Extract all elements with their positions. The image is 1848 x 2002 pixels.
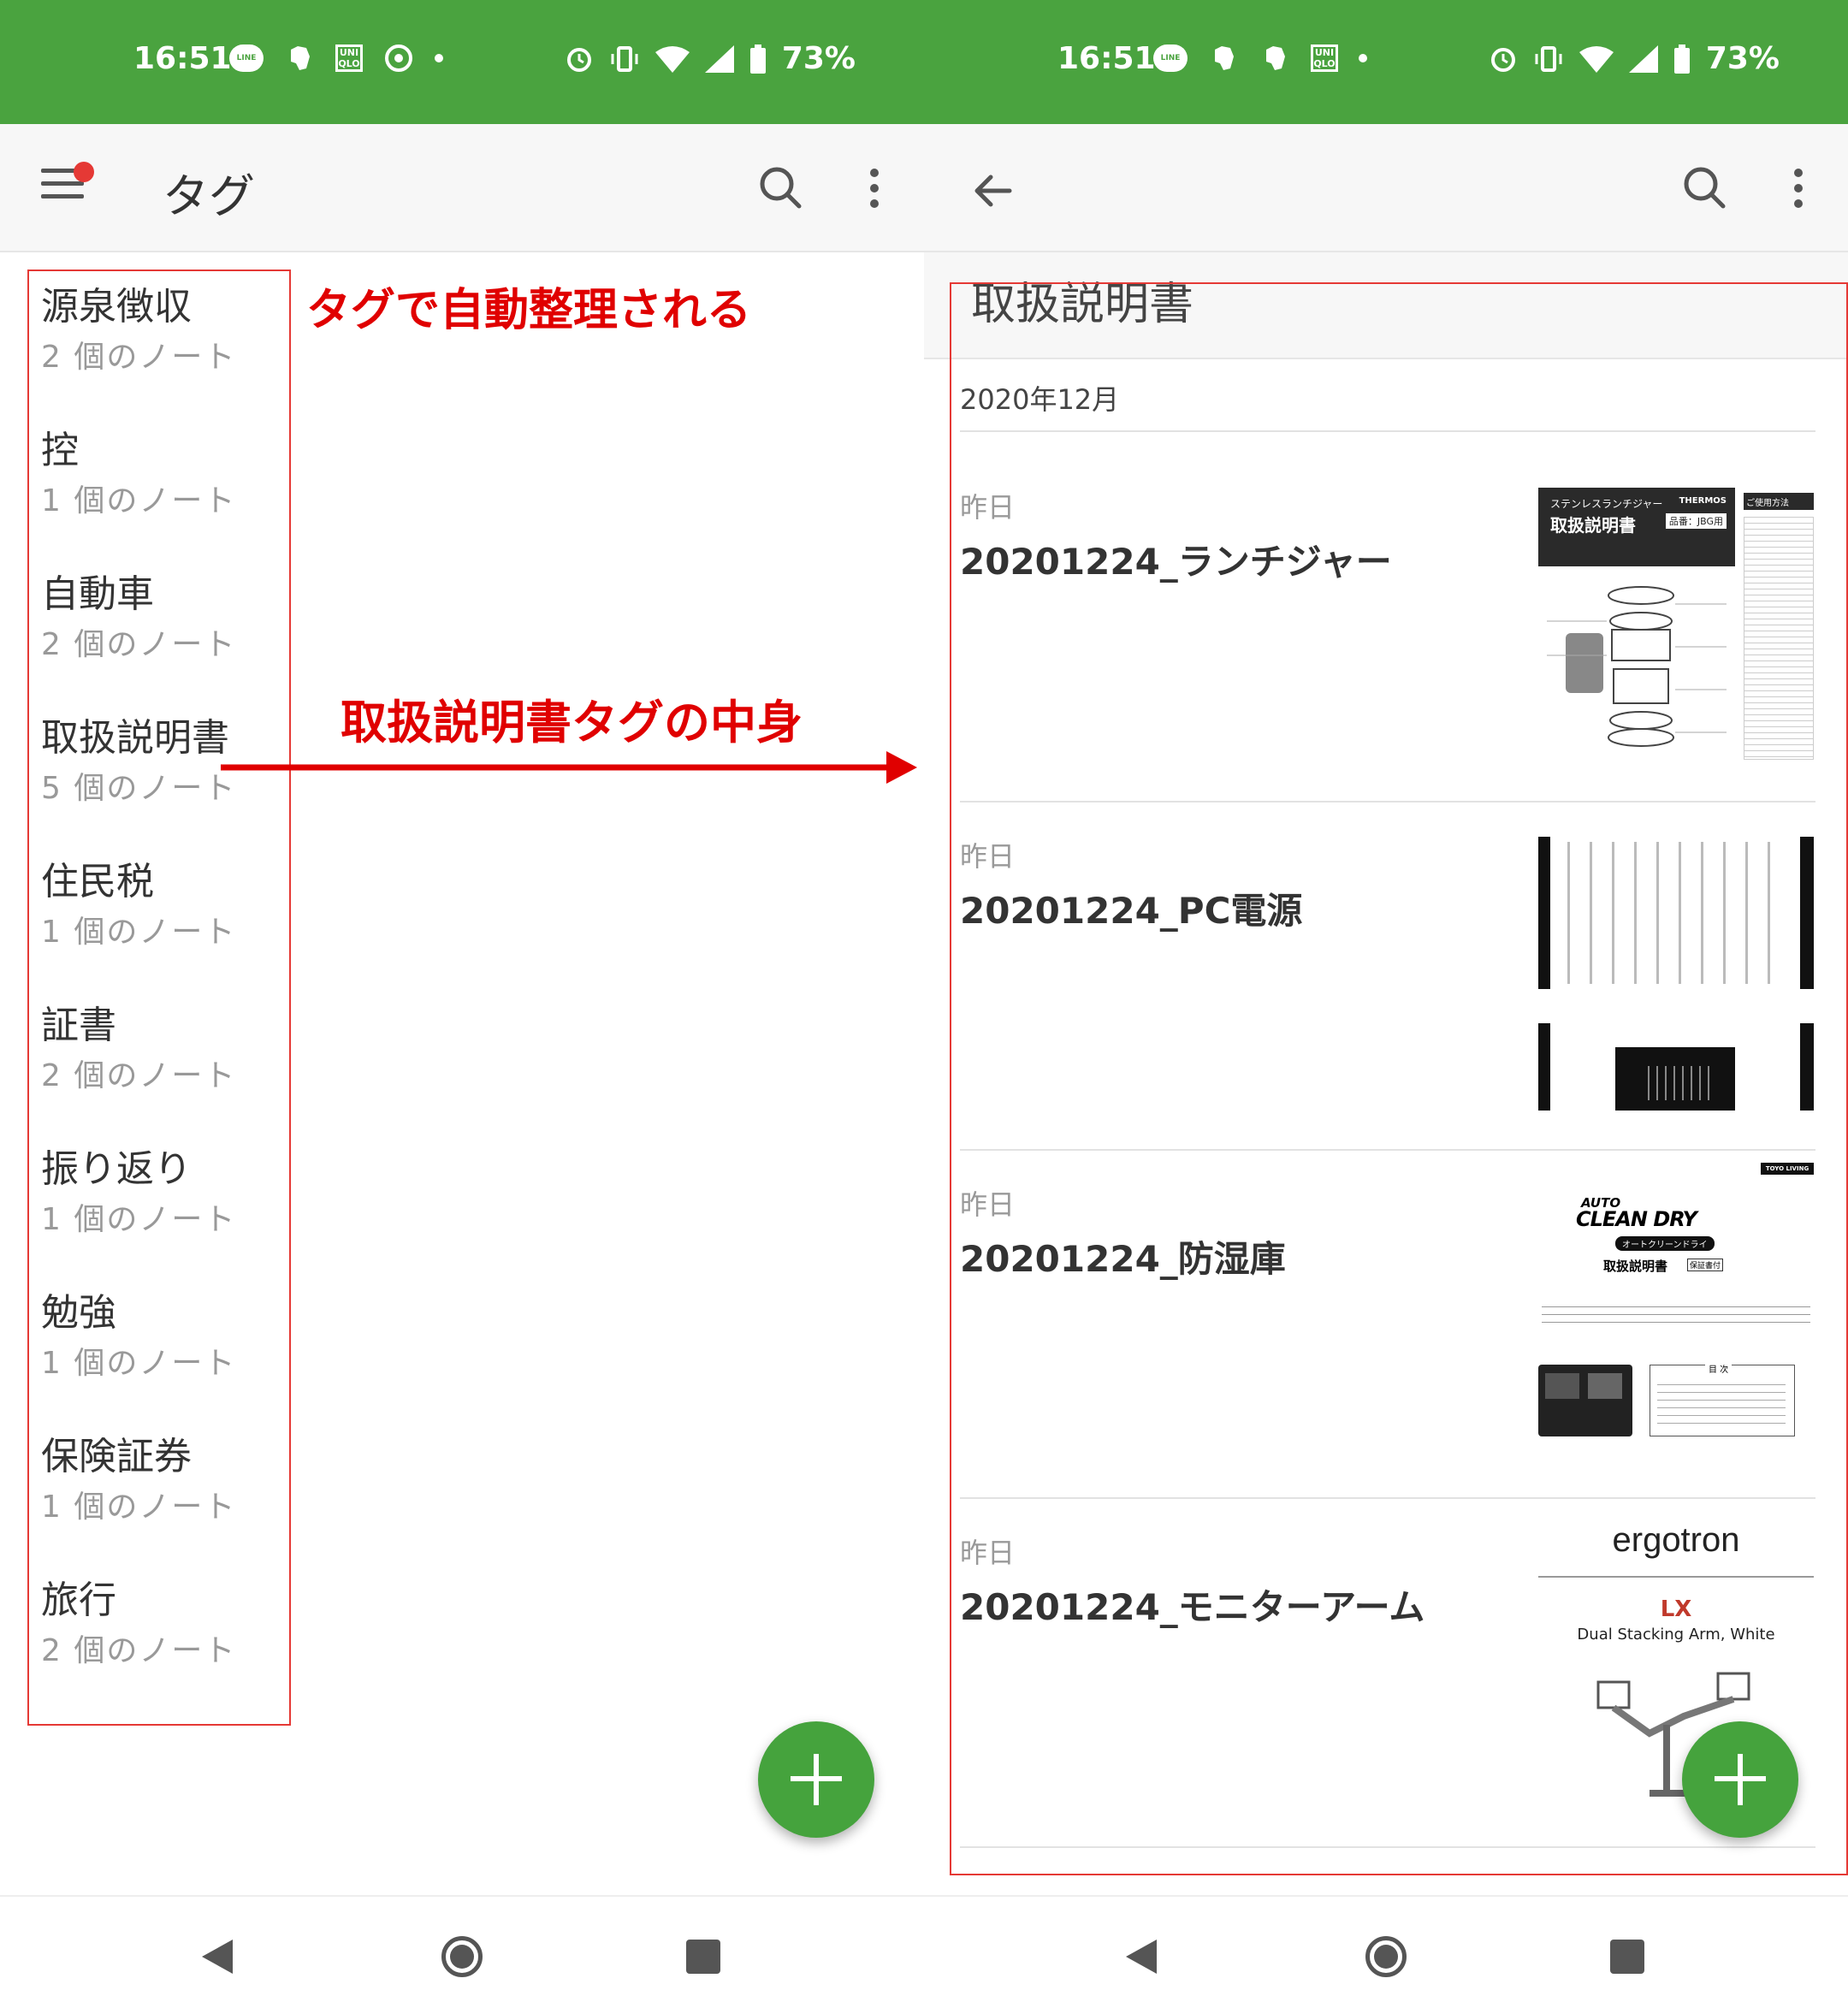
battery-icon <box>749 44 766 74</box>
search-icon[interactable] <box>1673 158 1733 218</box>
wifi-icon <box>654 45 690 73</box>
status-time: 16:51 <box>133 41 232 76</box>
add-note-button[interactable] <box>758 1721 874 1838</box>
nav-recents-icon[interactable] <box>686 1940 720 1974</box>
notification-icons: LINE UNI QLO <box>1153 44 1367 72</box>
alarm-icon <box>1490 47 1515 72</box>
nav-back-icon[interactable] <box>202 1940 233 1974</box>
vibrate-icon <box>1535 45 1562 72</box>
uniqlo-icon: UNI QLO <box>335 44 363 72</box>
annotation-auto-organize: タグで自動整理される <box>306 285 752 336</box>
notification-icons: LINE UNI QLO <box>229 44 443 72</box>
annotation-arrow <box>221 751 917 784</box>
evernote-icon <box>291 46 310 70</box>
uniqlo-icon: UNI QLO <box>1311 44 1338 72</box>
line-app-icon: LINE <box>229 44 264 72</box>
more-notifications-dot <box>1359 54 1367 62</box>
signal-icon <box>1628 44 1658 73</box>
nav-home-icon[interactable] <box>1365 1936 1407 1977</box>
app-bar: タグ <box>0 124 924 252</box>
battery-percent: 73% <box>781 41 856 76</box>
screenshot-composite: 16:51 LINE UNI QLO 73% タグ 源泉徴収 2 個のノート 控… <box>0 0 1848 2002</box>
back-arrow-icon[interactable] <box>968 165 1020 216</box>
system-nav-bar <box>0 1895 924 2002</box>
wifi-icon <box>1578 45 1614 73</box>
line-app-icon: LINE <box>1153 44 1188 72</box>
app-bar <box>924 124 1848 252</box>
more-options-icon[interactable] <box>1768 158 1828 218</box>
search-icon[interactable] <box>749 158 809 218</box>
annotation-tag-contents: 取扱説明書タグの中身 <box>341 696 803 749</box>
evernote-icon <box>1266 46 1285 70</box>
nav-recents-icon[interactable] <box>1610 1940 1644 1974</box>
system-icons: 73% <box>1489 41 1780 76</box>
tag-list-highlight <box>27 270 291 1726</box>
menu-button[interactable] <box>41 162 94 203</box>
status-bar: 16:51 LINE UNI QLO 73% <box>924 0 1848 124</box>
nav-home-icon[interactable] <box>441 1936 483 1977</box>
vibrate-icon <box>611 45 638 72</box>
evernote-icon <box>1215 46 1234 70</box>
chrome-icon <box>385 44 412 72</box>
more-options-icon[interactable] <box>844 158 904 218</box>
system-icons: 73% <box>565 41 856 76</box>
alarm-icon <box>566 47 591 72</box>
nav-back-icon[interactable] <box>1126 1940 1157 1974</box>
status-time: 16:51 <box>1057 41 1156 76</box>
system-nav-bar <box>924 1895 1848 2002</box>
signal-icon <box>704 44 734 73</box>
battery-percent: 73% <box>1705 41 1780 76</box>
notes-highlight <box>950 282 1848 1875</box>
notification-badge <box>74 162 94 182</box>
status-bar: 16:51 LINE UNI QLO 73% <box>0 0 924 124</box>
battery-icon <box>1673 44 1690 74</box>
more-notifications-dot <box>435 54 443 62</box>
page-title: タグ <box>163 169 255 223</box>
